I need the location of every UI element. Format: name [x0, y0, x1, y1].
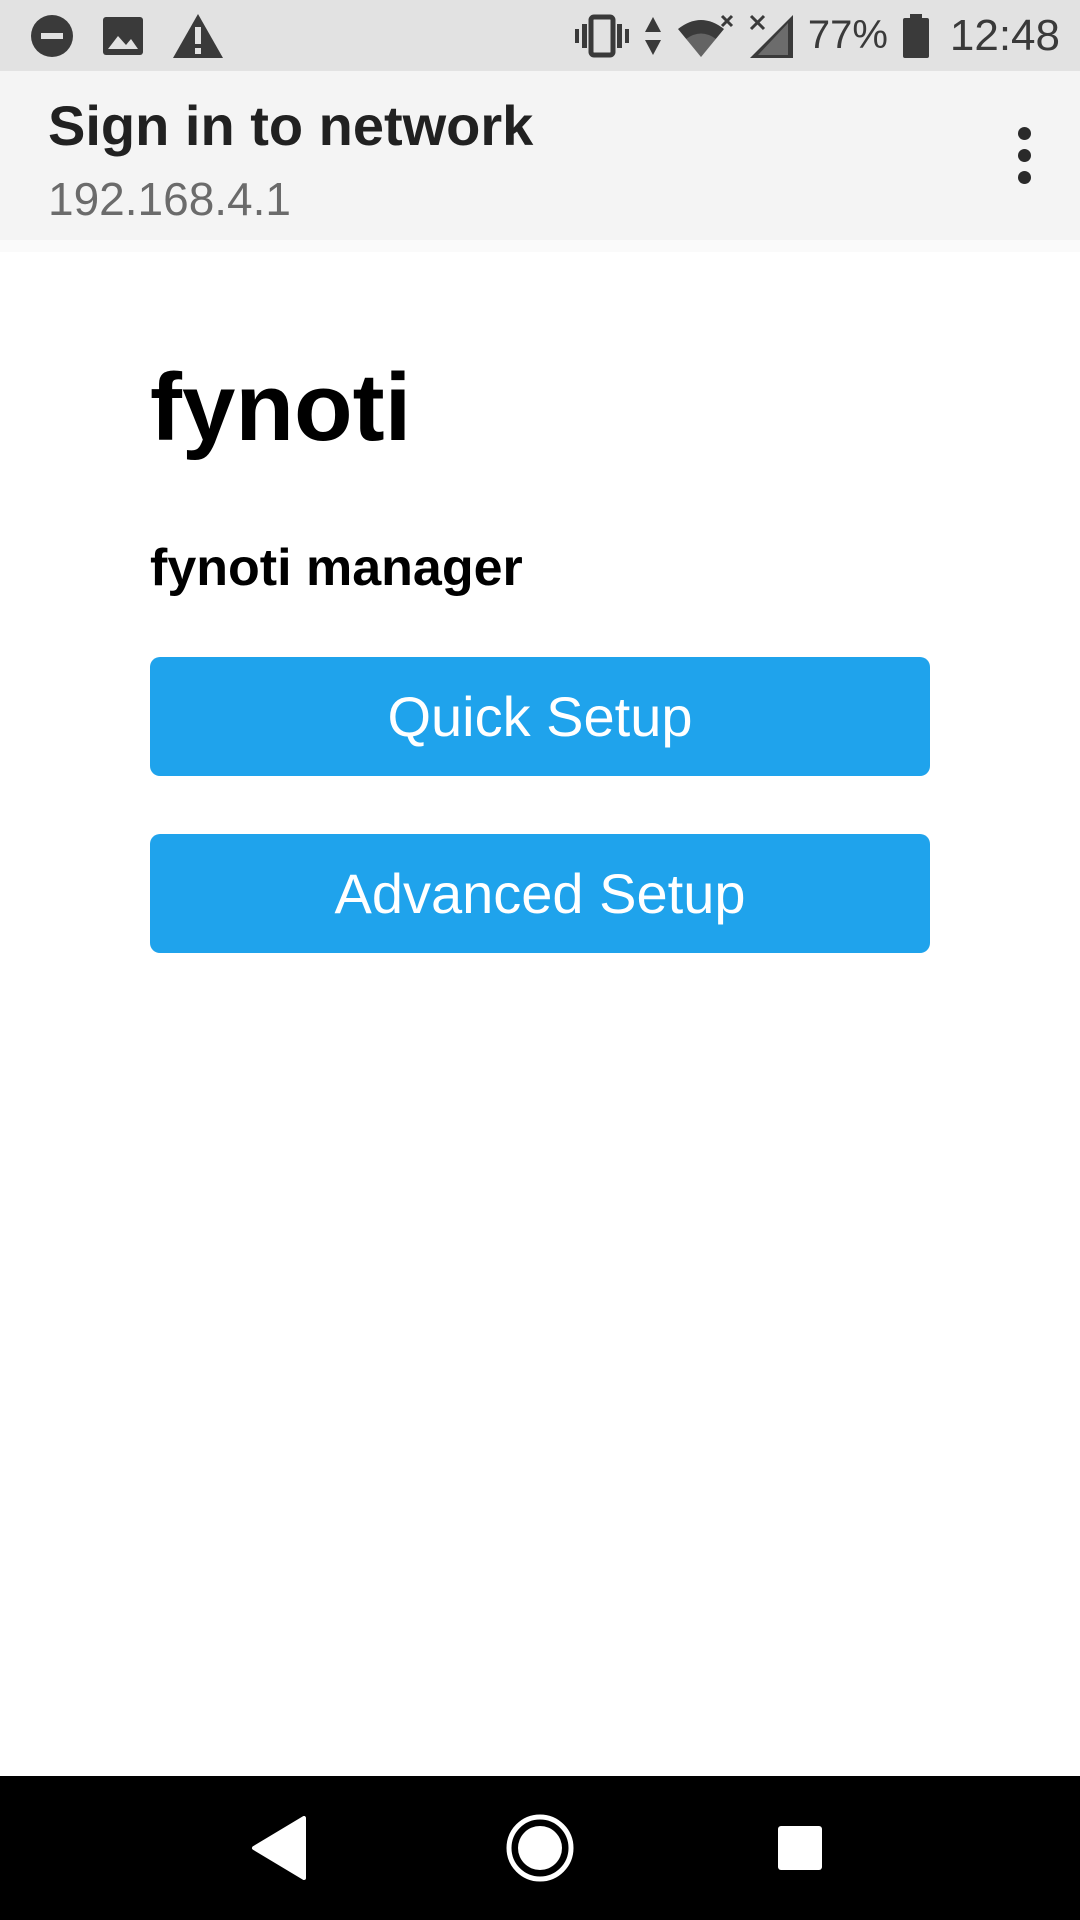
overflow-dot — [1017, 148, 1031, 162]
overflow-dot — [1017, 170, 1031, 184]
page-subheading: fynoti manager — [150, 539, 523, 597]
back-icon[interactable] — [225, 1793, 335, 1903]
page-title: Sign in to network — [48, 94, 534, 157]
status-bar: 77% 12:48 — [0, 0, 1080, 71]
screen: 77% 12:48 Sign in to network 192.168.4.1… — [0, 0, 1080, 1920]
image-icon — [102, 16, 144, 56]
battery-percent: 77% — [807, 13, 888, 57]
wifi-no-internet-icon — [676, 13, 734, 59]
divider — [0, 240, 1080, 252]
navigation-bar — [0, 1776, 1080, 1920]
vibrate-icon — [574, 14, 630, 58]
quick-setup-button[interactable]: Quick Setup — [150, 657, 930, 776]
status-right-icons: 77% 12:48 — [574, 11, 1060, 61]
status-left-icons — [30, 13, 224, 59]
home-icon[interactable] — [485, 1793, 595, 1903]
recents-icon[interactable] — [745, 1793, 855, 1903]
battery-icon — [902, 13, 930, 59]
signal-no-service-icon — [748, 13, 794, 59]
advanced-setup-button[interactable]: Advanced Setup — [150, 834, 930, 953]
status-time: 12:48 — [949, 10, 1060, 60]
warning-icon — [172, 13, 224, 59]
page-url: 192.168.4.1 — [48, 173, 292, 225]
app-bar: Sign in to network 192.168.4.1 — [0, 71, 1080, 240]
page-content: fynoti fynoti manager Quick Setup Advanc… — [150, 252, 930, 953]
data-arrows-icon — [644, 15, 662, 57]
overflow-dot — [1017, 126, 1031, 140]
do-not-disturb-icon — [30, 14, 74, 58]
more-vert-icon[interactable] — [992, 115, 1056, 195]
page-heading: fynoti — [150, 354, 412, 461]
